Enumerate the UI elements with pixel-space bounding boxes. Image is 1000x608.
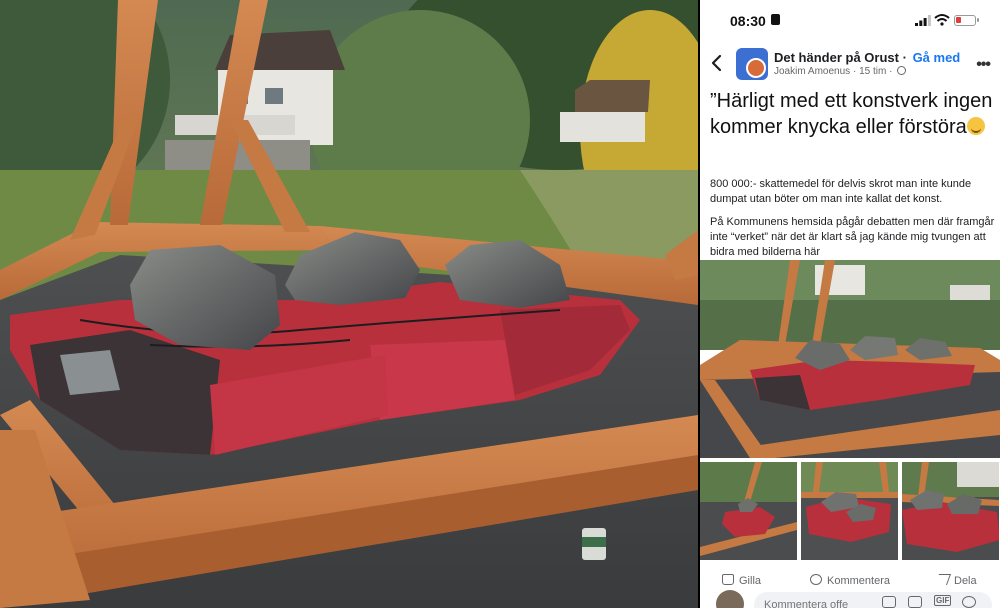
like-icon <box>722 574 734 585</box>
meta-separator: · <box>852 66 857 77</box>
group-avatar[interactable] <box>736 48 768 80</box>
group-name[interactable]: Det händer på Orust <box>774 50 899 65</box>
post-body: 800 000:- skattemedel för delvis skrot m… <box>710 177 995 268</box>
sticker-icon[interactable] <box>882 596 896 608</box>
share-icon <box>934 574 952 585</box>
comment-icon <box>810 574 822 585</box>
group-separator: · <box>902 50 907 65</box>
main-image-scene <box>700 260 1000 458</box>
globe-icon <box>897 66 907 75</box>
lock-icon <box>771 14 780 25</box>
signal-icon <box>915 15 931 26</box>
thumbnail-2[interactable] <box>801 462 898 560</box>
post-title-text: ”Härligt med ett konstverk ingen kommer … <box>710 90 993 138</box>
thumbnail-3-scene <box>902 462 999 560</box>
like-button[interactable]: Gilla <box>722 574 761 587</box>
wifi-icon <box>934 14 950 26</box>
battery-icon <box>954 15 979 26</box>
share-label: Dela <box>954 575 977 587</box>
comment-input[interactable] <box>754 592 992 608</box>
post-age[interactable]: 15 tim <box>859 66 886 77</box>
post-title: ”Härligt med ett konstverk ingen kommer … <box>710 88 995 140</box>
thumbnail-2-scene <box>801 462 898 560</box>
comment-label: Kommentera <box>827 575 890 587</box>
gif-icon[interactable]: GIF <box>934 595 952 606</box>
emoji-picker-icon[interactable] <box>962 596 976 608</box>
thumbnail-1-scene <box>700 462 797 560</box>
more-options-icon[interactable]: ••• <box>976 56 991 74</box>
like-label: Gilla <box>739 575 762 587</box>
post-main-image[interactable] <box>700 260 1000 458</box>
comment-bar: GIF <box>700 590 1000 608</box>
camera-icon[interactable] <box>908 596 922 608</box>
join-button[interactable]: Gå med <box>913 50 961 65</box>
grinning-sweat-emoji-icon <box>966 117 985 135</box>
author-name[interactable]: Joakim Amoenus <box>774 66 850 77</box>
post-paragraph-2: På Kommunens hemsida pågår debatten men … <box>710 216 995 258</box>
comment-button[interactable]: Kommentera <box>810 574 890 587</box>
thumbnail-1[interactable] <box>700 462 797 560</box>
photo-scene <box>0 0 698 608</box>
artwork-photo <box>0 0 698 608</box>
author-line: Joakim Amoenus · 15 tim · <box>774 66 907 77</box>
share-button[interactable]: Dela <box>934 574 977 587</box>
meta-separator: · <box>889 66 893 77</box>
post-thumbnails <box>700 462 1000 560</box>
facebook-post-screenshot: 08:30 Det händer på Orust · Gå med Joaki… <box>700 0 1000 608</box>
post-paragraph-1: 800 000:- skattemedel för delvis skrot m… <box>710 178 972 205</box>
post-header: Det händer på Orust · Gå med Joakim Amoe… <box>700 42 1000 82</box>
status-time: 08:30 <box>730 13 766 29</box>
thumbnail-3[interactable] <box>902 462 999 560</box>
group-line: Det händer på Orust · Gå med <box>774 50 960 65</box>
back-icon[interactable] <box>710 54 724 72</box>
status-bar: 08:30 <box>700 0 1000 40</box>
avatar[interactable] <box>716 590 744 608</box>
